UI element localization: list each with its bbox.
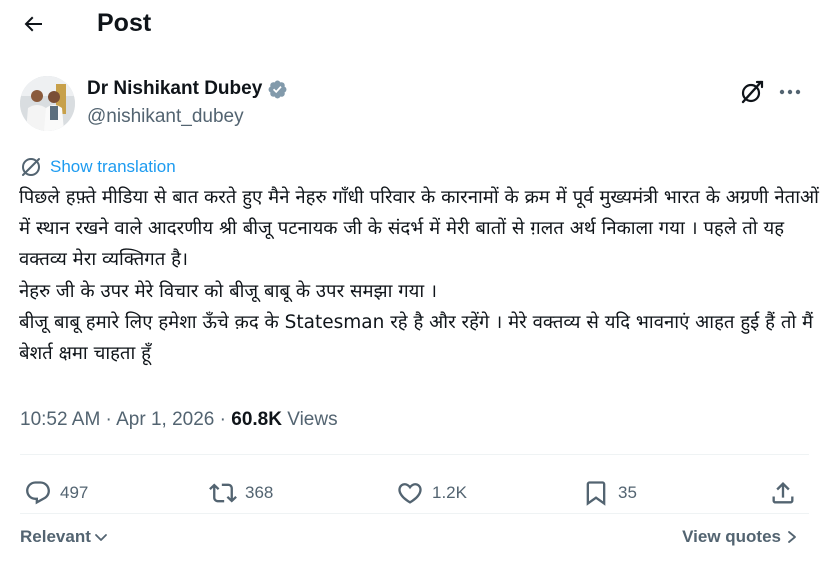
meta-separator: · [100,409,117,430]
view-quotes-label: View quotes [682,527,781,546]
chevron-right-icon [788,531,796,543]
post-meta: 10:52 AM · Apr 1, 2026 · 60.8K Views [20,407,338,433]
grok-icon [741,80,764,104]
chevron-down-icon [94,534,107,541]
share-button[interactable] [769,478,797,508]
reply-count: 497 [60,483,89,502]
views-label: Views [281,409,338,430]
divider [20,513,809,514]
page-title: Post [97,9,152,37]
arrow-left-icon [24,16,42,32]
author-name-row[interactable]: Dr Nishikant Dubey [87,76,288,102]
meta-separator: · [214,409,232,430]
repost-button[interactable]: 368 [209,478,273,508]
views-count[interactable]: 60.8K [231,409,282,430]
sort-replies-dropdown[interactable]: Relevant [20,525,109,549]
more-horizontal-icon [779,89,801,95]
repost-icon [209,483,237,503]
translate-icon [22,158,40,176]
repost-count: 368 [245,483,274,502]
divider [20,454,809,455]
avatar-image [20,76,75,131]
heart-icon [398,483,422,504]
like-button[interactable]: 1.2K [396,478,467,508]
more-options-button[interactable] [777,79,803,105]
view-quotes-link[interactable]: View quotes [682,525,799,549]
grok-button[interactable] [739,79,765,105]
show-translation-link[interactable]: Show translation [20,156,176,178]
reply-button[interactable]: 497 [24,478,88,508]
post-date[interactable]: Apr 1, 2026 [116,409,214,430]
avatar[interactable] [20,76,75,131]
author-name: Dr Nishikant Dubey [87,78,263,99]
author-handle[interactable]: @nishikant_dubey [87,104,244,130]
bookmark-icon [586,481,606,506]
like-count: 1.2K [432,483,467,502]
post-time[interactable]: 10:52 AM [20,409,100,430]
post-text: पिछले हफ़्ते मीडिया से बात करते हुए मैने… [19,187,819,365]
bookmark-count: 35 [618,483,637,502]
verified-badge-icon [268,80,287,98]
bookmark-button[interactable]: 35 [582,478,637,508]
share-icon [772,482,794,504]
back-button[interactable] [14,6,52,42]
sort-label: Relevant [20,527,91,546]
top-bar: Post [0,0,829,48]
reply-icon [26,481,50,505]
show-translation-label: Show translation [50,157,176,176]
